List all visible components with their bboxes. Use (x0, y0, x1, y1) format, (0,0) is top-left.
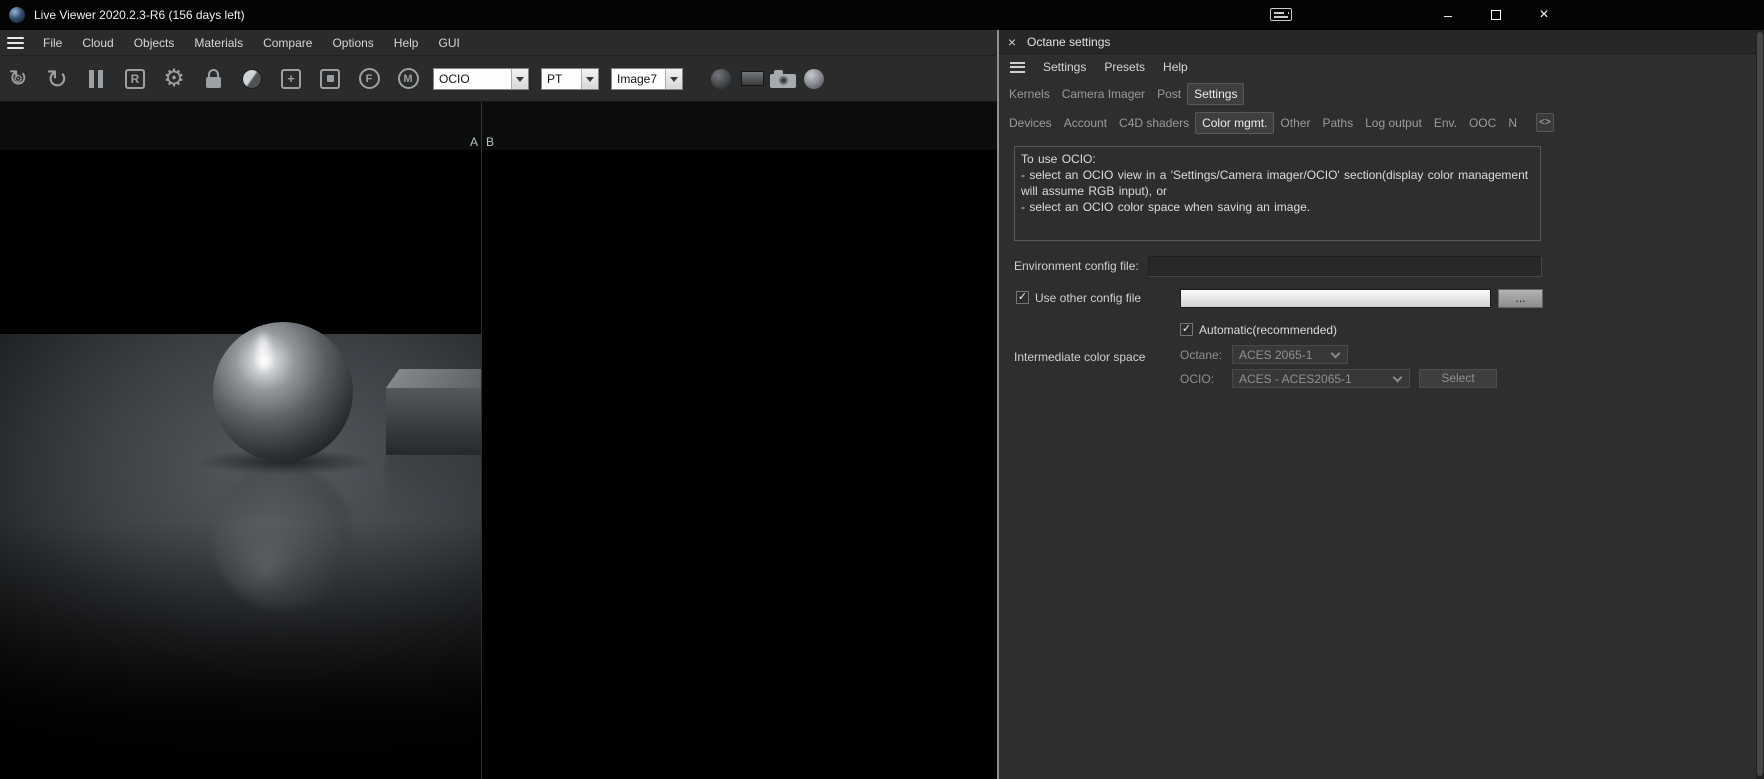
render-sphere-icon[interactable] (238, 64, 266, 94)
use-other-config-checkbox[interactable]: ✓ (1016, 291, 1029, 304)
tab-log-output[interactable]: Log output (1359, 113, 1428, 133)
intermediate-color-space-label: Intermediate color space (1014, 350, 1146, 364)
render-side-a (0, 102, 481, 779)
cube-reflection (386, 455, 481, 513)
ab-marker-a[interactable]: A (470, 135, 478, 149)
ocio-info-line: - select an OCIO view in a 'Settings/Cam… (1021, 168, 1529, 198)
menu-help[interactable]: Help (384, 30, 429, 55)
octane-color-space-combo[interactable]: ACES 2065-1 (1232, 345, 1348, 364)
scene-cube (386, 369, 481, 455)
ab-marker-b[interactable]: B (486, 135, 494, 149)
other-config-input[interactable] (1180, 289, 1491, 308)
maximize-icon (1491, 10, 1501, 20)
restart-r-icon[interactable]: R (121, 64, 149, 94)
panel-menu-icon[interactable] (1010, 61, 1025, 73)
dropdown-arrow-icon (1392, 372, 1403, 382)
minimize-button[interactable]: – (1424, 0, 1472, 30)
window-controls: – × (1424, 0, 1568, 30)
tab-camera-imager[interactable]: Camera Imager (1056, 84, 1151, 104)
panel-header: × Octane settings (999, 30, 1756, 54)
ocio-view-combo[interactable]: OCIO (433, 67, 529, 90)
camera-snapshot-icon[interactable] (769, 64, 797, 94)
tab-scroll-button[interactable]: <> (1536, 113, 1554, 132)
panel-scrollbar[interactable] (1756, 30, 1764, 779)
menu-gui[interactable]: GUI (428, 30, 469, 55)
region-pick-icon[interactable] (316, 64, 344, 94)
ocio-info-box: To use OCIO: - select an OCIO view in a … (1014, 146, 1541, 241)
scrollbar-thumb[interactable] (1757, 32, 1763, 776)
focus-picker-icon[interactable]: F (355, 64, 383, 94)
close-button[interactable]: × (1520, 0, 1568, 30)
panel-menu-help[interactable]: Help (1154, 60, 1197, 74)
ocio-info-line: To use OCIO: (1021, 152, 1096, 166)
browse-button[interactable]: ... (1498, 289, 1543, 308)
panel-menu-presets[interactable]: Presets (1095, 60, 1154, 74)
tab-net[interactable]: N (1502, 113, 1523, 133)
panel-close-icon[interactable]: × (1003, 34, 1021, 50)
material-sphere-icon[interactable] (800, 64, 828, 94)
menu-materials[interactable]: Materials (184, 30, 253, 55)
dropdown-arrow-icon (665, 68, 682, 89)
ocio-label: OCIO: (1180, 372, 1215, 386)
select-button[interactable]: Select (1419, 369, 1497, 388)
app-icon (9, 7, 25, 23)
settings-gear-icon[interactable]: ⚙ (160, 64, 188, 94)
dropdown-arrow-icon (581, 68, 598, 89)
primary-tab-bar: Kernels Camera Imager Post Settings (999, 80, 1756, 108)
tab-settings[interactable]: Settings (1187, 83, 1245, 105)
viewer-column: File Cloud Objects Materials Compare Opt… (0, 30, 997, 779)
octane-label: Octane: (1180, 348, 1223, 362)
ab-split-line[interactable] (481, 102, 482, 779)
tab-env[interactable]: Env. (1428, 113, 1463, 133)
tab-devices[interactable]: Devices (1003, 113, 1058, 133)
dropdown-arrow-icon (511, 68, 528, 89)
tab-other[interactable]: Other (1274, 113, 1316, 133)
scene-sphere (213, 322, 353, 462)
refresh-render-icon[interactable]: ↻ (43, 64, 71, 94)
menu-bar: File Cloud Objects Materials Compare Opt… (0, 30, 997, 56)
dropdown-arrow-icon (1330, 348, 1341, 358)
panel-menu-bar: Settings Presets Help (999, 54, 1756, 80)
tab-paths[interactable]: Paths (1316, 113, 1359, 133)
octane-settings-panel: × Octane settings Settings Presets Help … (999, 30, 1756, 779)
menu-objects[interactable]: Objects (124, 30, 185, 55)
kernel-combo[interactable]: PT (541, 67, 599, 90)
automatic-label: Automatic(recommended) (1199, 323, 1338, 337)
main-menu-icon[interactable] (7, 36, 24, 49)
tab-account[interactable]: Account (1058, 113, 1113, 133)
maximize-button[interactable] (1472, 0, 1520, 30)
menu-cloud[interactable]: Cloud (72, 30, 123, 55)
tab-post[interactable]: Post (1151, 84, 1187, 104)
lock-resolution-icon[interactable] (199, 64, 227, 94)
tab-c4d-shaders[interactable]: C4D shaders (1113, 113, 1195, 133)
render-viewport[interactable]: A B (0, 102, 997, 779)
ocio-color-space-combo[interactable]: ACES - ACES2065-1 (1232, 369, 1410, 388)
tab-color-mgmt[interactable]: Color mgmt. (1195, 112, 1275, 134)
panel-menu-settings[interactable]: Settings (1034, 60, 1095, 74)
automatic-checkbox[interactable]: ✓ (1180, 323, 1193, 336)
restart-render-icon[interactable]: ↻ ⚙ (4, 64, 32, 94)
use-other-config-label: Use other config file (1035, 291, 1142, 305)
tab-kernels[interactable]: Kernels (1003, 84, 1056, 104)
floor-fade (0, 522, 481, 779)
pause-render-icon[interactable] (82, 64, 110, 94)
keyboard-indicator-icon[interactable] (1270, 8, 1292, 21)
image-combo[interactable]: Image7 (611, 67, 683, 90)
color-mgmt-content: To use OCIO: - select an OCIO view in a … (999, 138, 1756, 779)
env-config-input[interactable] (1148, 256, 1542, 277)
menu-options[interactable]: Options (322, 30, 383, 55)
material-picker-icon[interactable]: M (394, 64, 422, 94)
pass-sphere-icon[interactable] (707, 64, 735, 94)
region-add-icon[interactable]: + (277, 64, 305, 94)
window-title: Live Viewer 2020.2.3-R6 (156 days left) (34, 8, 245, 22)
toolbar: ↻ ⚙ ↻ R ⚙ + F M OCIO PT Image7 (0, 56, 997, 102)
menu-file[interactable]: File (33, 30, 72, 55)
panel-title: Octane settings (1027, 34, 1111, 49)
env-config-label: Environment config file: (1014, 259, 1139, 273)
secondary-tab-bar: Devices Account C4D shaders Color mgmt. … (999, 108, 1756, 138)
background-rect-icon[interactable] (738, 64, 766, 94)
tab-ooc[interactable]: OOC (1463, 113, 1502, 133)
ocio-info-line: - select an OCIO color space when saving… (1021, 200, 1311, 214)
menu-compare[interactable]: Compare (253, 30, 322, 55)
